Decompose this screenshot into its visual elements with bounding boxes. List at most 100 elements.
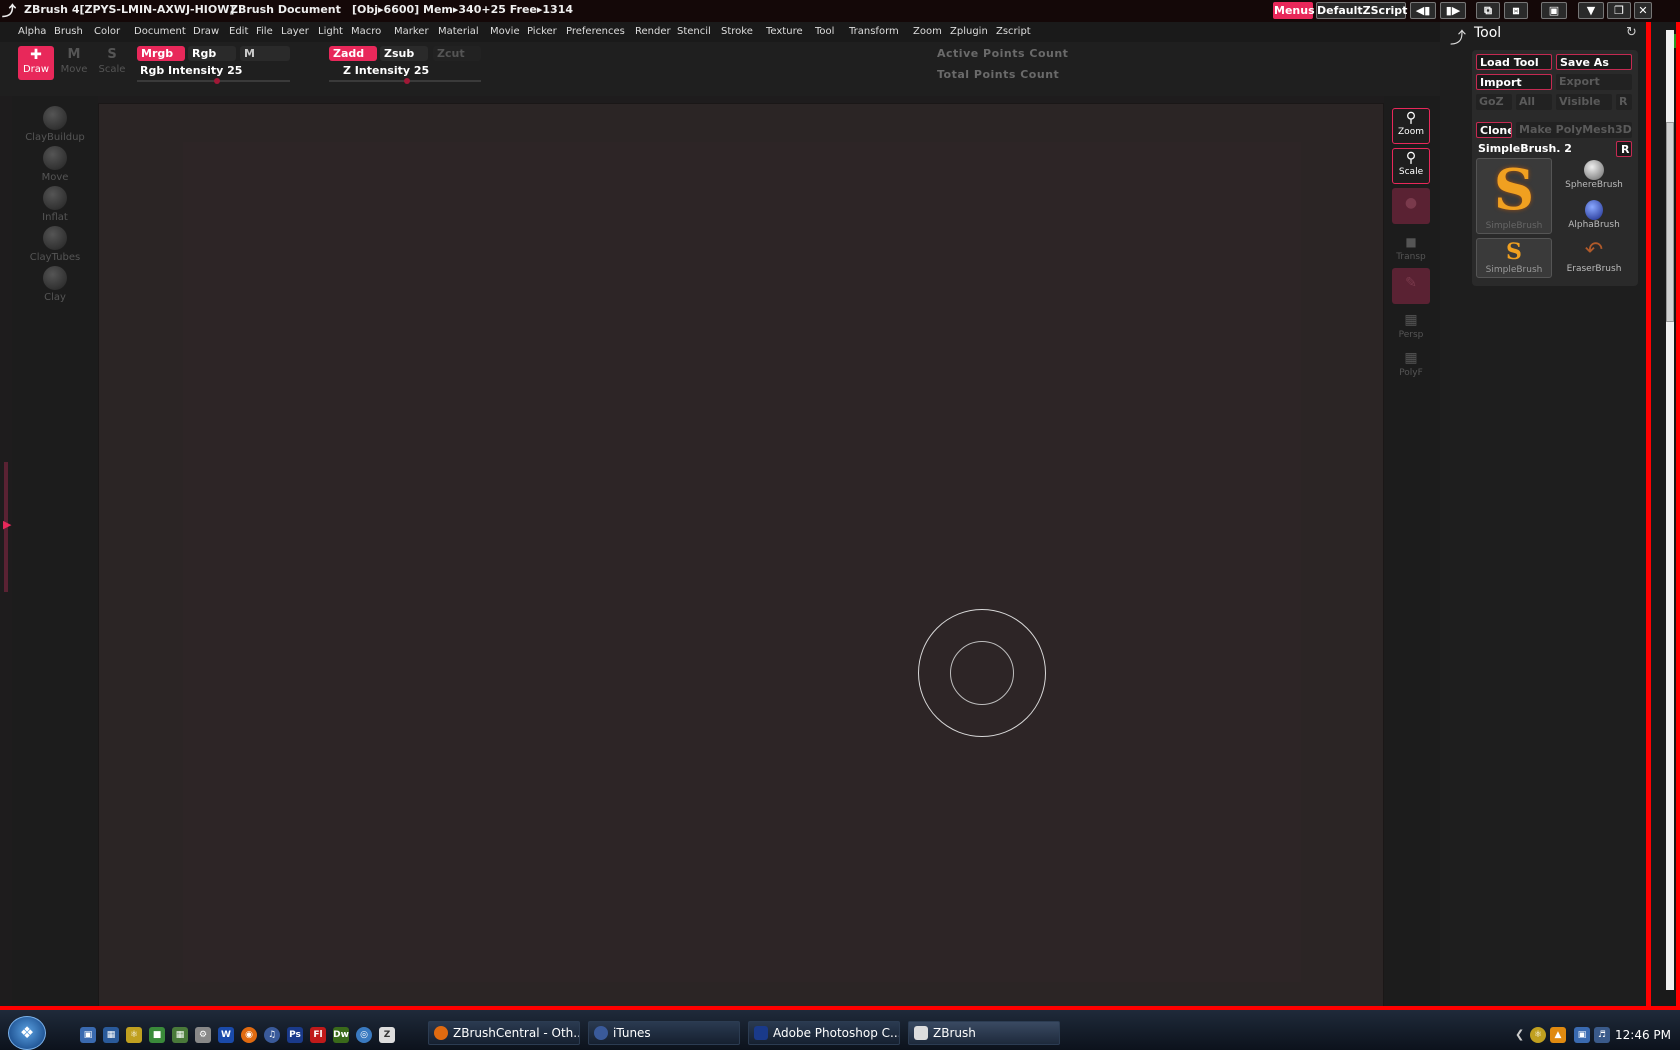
dreamweaver-icon[interactable]: Dw [333, 1027, 349, 1043]
export-button[interactable]: Export [1556, 74, 1632, 90]
tool-thumb-simplebrush-main[interactable]: S SimpleBrush [1476, 158, 1552, 234]
tray-expand-icon[interactable]: ❮ [1515, 1028, 1524, 1041]
zbrush-quick-icon[interactable]: Z [379, 1027, 395, 1043]
canvas-drawing-area[interactable] [183, 142, 1301, 982]
menu-alpha[interactable]: Alpha [18, 26, 46, 37]
transp-button[interactable]: ■ Transp [1392, 232, 1430, 268]
zoom-button[interactable]: ⚲ Zoom [1392, 108, 1430, 144]
menu-movie[interactable]: Movie [490, 26, 520, 37]
tool-thumb-spherebrush[interactable]: SphereBrush [1556, 158, 1632, 196]
clock[interactable]: 12:46 PM [1615, 1028, 1671, 1042]
brush-clay[interactable]: Clay [12, 266, 98, 303]
m-button[interactable]: M [240, 46, 290, 61]
make-polymesh3d-button[interactable]: Make PolyMesh3D [1516, 122, 1632, 138]
zsub-button[interactable]: Zsub [380, 46, 428, 61]
rgb-intensity-slider[interactable]: Rgb Intensity 25 [140, 64, 242, 77]
app-green-icon[interactable]: ■ [149, 1027, 165, 1043]
rgb-button[interactable]: Rgb [188, 46, 236, 61]
menu-document[interactable]: Document [134, 26, 186, 37]
layout-alt-icon[interactable]: ⧈ [1504, 2, 1528, 19]
firefox-icon[interactable]: ◉ [241, 1027, 257, 1043]
tool-thumb-simplebrush-small[interactable]: S SimpleBrush [1476, 238, 1552, 278]
tray-monitor-icon[interactable]: ▣ [1574, 1027, 1590, 1043]
minimize-icon[interactable]: ▼ [1578, 2, 1604, 19]
z-intensity-knob[interactable] [404, 78, 410, 84]
menu-stencil[interactable]: Stencil [677, 26, 711, 37]
scale-button[interactable]: S Scale [94, 46, 130, 80]
persp-button[interactable]: ▦ Persp [1392, 310, 1430, 346]
menu-zplugin[interactable]: Zplugin [950, 26, 988, 37]
tool-thumb-alphabrush[interactable]: AlphaBrush [1556, 198, 1632, 236]
right-scroll-strip[interactable] [1646, 22, 1680, 1006]
close-icon[interactable]: ✕ [1634, 2, 1652, 19]
app-gallery-icon[interactable]: ▦ [172, 1027, 188, 1043]
load-tool-button[interactable]: Load Tool [1476, 54, 1552, 70]
brush-claybuildup[interactable]: ClayBuildup [12, 106, 98, 143]
all-button[interactable]: All [1516, 94, 1552, 110]
polyf-button[interactable]: ▦ PolyF [1392, 348, 1430, 384]
task-zbrushcentral[interactable]: ZBrushCentral - Oth... [428, 1021, 580, 1045]
start-button[interactable]: ❖ [8, 1016, 46, 1050]
default-zscript-button[interactable]: DefaultZScript [1316, 2, 1407, 19]
visible-button[interactable]: Visible [1556, 94, 1612, 110]
menu-zoom[interactable]: Zoom [913, 26, 942, 37]
brush-claytubes[interactable]: ClayTubes [12, 226, 98, 263]
menu-draw[interactable]: Draw [193, 26, 219, 37]
z-intensity-slider[interactable]: Z Intensity 25 [343, 64, 429, 77]
r-button[interactable]: R [1616, 94, 1632, 110]
task-photoshop[interactable]: Adobe Photoshop C... [748, 1021, 900, 1045]
import-button[interactable]: Import [1476, 74, 1552, 90]
menu-brush[interactable]: Brush [54, 26, 83, 37]
app-tool-icon[interactable]: ⚙ [195, 1027, 211, 1043]
menu-layer[interactable]: Layer [281, 26, 309, 37]
menu-light[interactable]: Light [318, 26, 343, 37]
flash-icon[interactable]: Fl [310, 1027, 326, 1043]
chrome-icon[interactable]: ◎ [356, 1027, 372, 1043]
menu-edit[interactable]: Edit [229, 26, 248, 37]
menu-file[interactable]: File [256, 26, 273, 37]
menu-preferences[interactable]: Preferences [566, 26, 625, 37]
menu-material[interactable]: Material [438, 26, 479, 37]
menu-tool[interactable]: Tool [815, 26, 834, 37]
itunes-quick-icon[interactable]: ♫ [264, 1027, 280, 1043]
menu-stroke[interactable]: Stroke [721, 26, 753, 37]
task-zbrush[interactable]: ZBrush [908, 1021, 1060, 1045]
tool-thumb-eraserbrush[interactable]: ↶ EraserBrush [1556, 238, 1632, 278]
frame-button[interactable]: ✎ [1392, 268, 1430, 304]
menus-button[interactable]: Menus [1273, 2, 1315, 19]
scrollbar-thumb[interactable] [1666, 122, 1674, 322]
tray-volume-icon[interactable]: ♬ [1594, 1027, 1610, 1043]
expand-icon[interactable]: ▮▶ [1440, 2, 1466, 19]
mrgb-button[interactable]: Mrgb [137, 46, 185, 61]
clone-button[interactable]: Clone [1476, 122, 1512, 138]
goz-button[interactable]: GoZ [1476, 94, 1512, 110]
left-tray-arrow-icon[interactable]: ▶ [3, 518, 11, 531]
menu-texture[interactable]: Texture [766, 26, 803, 37]
rotate-button[interactable]: ● [1392, 188, 1430, 224]
zadd-button[interactable]: Zadd [329, 46, 377, 61]
menu-zscript[interactable]: Zscript [996, 26, 1031, 37]
refresh-icon[interactable]: ↻ [1626, 25, 1637, 40]
draw-button[interactable]: ✚ Draw [18, 46, 54, 80]
show-desktop-icon[interactable]: ▣ [80, 1027, 96, 1043]
menu-marker[interactable]: Marker [394, 26, 429, 37]
shrink-icon[interactable]: ◀▮ [1410, 2, 1436, 19]
menu-macro[interactable]: Macro [351, 26, 381, 37]
tool-palette-title[interactable]: Tool [1474, 25, 1501, 41]
tray-security-icon[interactable]: ▲ [1550, 1027, 1566, 1043]
task-itunes[interactable]: iTunes [588, 1021, 740, 1045]
lock-icon[interactable]: ▣ [1541, 2, 1567, 19]
photoshop-quick-icon[interactable]: Ps [287, 1027, 303, 1043]
r-reset-button[interactable]: R [1616, 141, 1632, 157]
brush-inflat[interactable]: Inflat [12, 186, 98, 223]
restore-icon[interactable]: ❐ [1607, 2, 1631, 19]
layout-icon[interactable]: ⧉ [1476, 2, 1500, 19]
word-icon[interactable]: W [218, 1027, 234, 1043]
document-canvas[interactable] [98, 103, 1384, 1007]
menu-transform[interactable]: Transform [849, 26, 899, 37]
brush-move[interactable]: Move [12, 146, 98, 183]
save-as-button[interactable]: Save As [1556, 54, 1632, 70]
move-button[interactable]: M Move [56, 46, 92, 80]
zcut-button[interactable]: Zcut [433, 46, 481, 61]
tray-network-icon[interactable]: ⚛ [1530, 1027, 1546, 1043]
